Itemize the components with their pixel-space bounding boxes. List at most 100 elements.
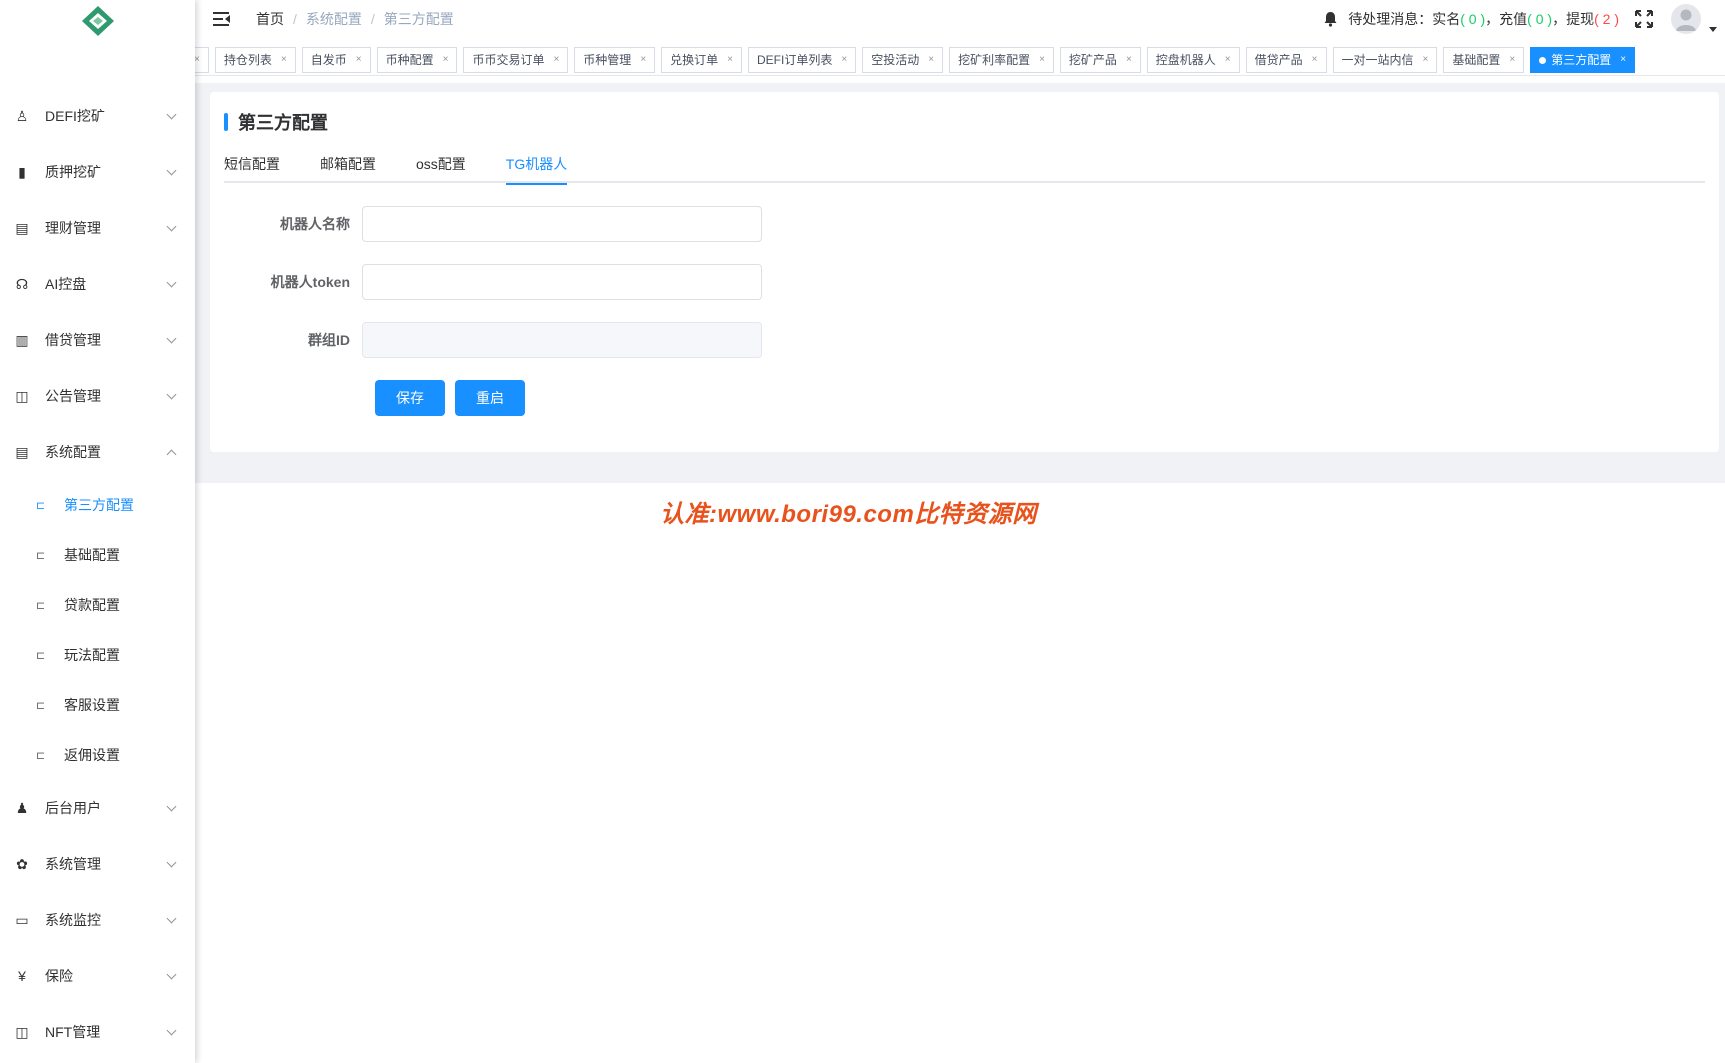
avatar[interactable] — [1671, 4, 1701, 34]
tag-view-item[interactable]: 持仓列表 × — [214, 47, 296, 73]
breadcrumb-home[interactable]: 首页 — [256, 9, 284, 29]
sidebar-item-menu24[interactable]: ◫ NFT管理 — [0, 1004, 195, 1060]
tag-view-item[interactable]: 基础配置 × — [1443, 47, 1525, 73]
close-icon[interactable]: × — [1225, 48, 1231, 72]
top-navbar: 首页 / 系统配置 / 第三方配置 待处理消息：实名( 0 )，充值( 0 )，… — [195, 0, 1725, 38]
chevron-down-icon — [166, 221, 177, 232]
sidebar-menu: ♙ DEFI挖矿 ▮ 质押挖矿 ▤ 理财管理 ☊ AI控盘 ▥ 借贷管理 ◫ 公告管理 ▤ 系统配置 ⊏ 第三… — [0, 88, 195, 1063]
tag-label: 挖矿产品 — [1068, 53, 1117, 67]
tag-view-item[interactable]: 列表× — [195, 47, 209, 73]
submenu-item[interactable]: ⊏ 第三方配置 — [0, 480, 195, 530]
tag-view-item[interactable]: 币种配置 × — [376, 47, 458, 73]
close-icon[interactable]: × — [727, 48, 733, 72]
close-icon[interactable]: × — [1312, 48, 1318, 72]
sidebar-item-menu20[interactable]: ♟ 后台用户 — [0, 780, 195, 836]
group-id-input[interactable] — [362, 322, 762, 358]
sidebar-item-label: 质押挖矿 — [45, 164, 101, 180]
tag-view-item[interactable]: DEFI订单列表 × — [748, 47, 857, 73]
close-icon[interactable]: × — [553, 48, 559, 72]
sidebar-item-menu5[interactable]: ◫ 公告管理 — [0, 368, 195, 424]
tag-label: 第三方配置 — [1551, 53, 1612, 67]
gear-icon: ✿ — [16, 855, 28, 872]
chevron-down-icon — [166, 857, 177, 868]
close-icon[interactable]: × — [443, 48, 449, 72]
withdraw-count: 2 — [1602, 11, 1611, 27]
close-icon[interactable]: × — [1509, 48, 1515, 72]
bot-name-input[interactable] — [362, 206, 762, 242]
tag-view-item[interactable]: 一对一站内信 × — [1332, 47, 1438, 73]
tab-tg-bot[interactable]: TG机器人 — [505, 152, 568, 185]
sidebar-item-menu22[interactable]: ▭ 系统监控 — [0, 892, 195, 948]
submenu-item[interactable]: ⊏ 基础配置 — [0, 530, 195, 580]
pending-notice[interactable]: 待处理消息：实名( 0 )，充值( 0 )，提现( 2 ) — [1348, 9, 1619, 29]
caret-down-icon[interactable] — [1709, 26, 1717, 32]
main-content: 第三方配置 短信配置 邮箱配置 oss配置 TG机器人 机器人名称 机器人tok… — [195, 83, 1725, 483]
tag-label: 币币交易订单 — [472, 53, 545, 67]
save-button[interactable]: 保存 — [375, 380, 445, 416]
close-icon[interactable]: × — [1126, 48, 1132, 72]
submenu-item[interactable]: ⊏ 贷款配置 — [0, 580, 195, 630]
chevron-down-icon — [166, 913, 177, 924]
restart-button[interactable]: 重启 — [455, 380, 525, 416]
close-icon[interactable]: × — [1620, 48, 1626, 72]
tag-view-item[interactable]: 兑换订单 × — [661, 47, 743, 73]
tag-view-item[interactable]: 借贷产品 × — [1245, 47, 1327, 73]
close-icon[interactable]: × — [1423, 48, 1429, 72]
tag-view-item[interactable]: 自发币 × — [301, 47, 371, 73]
pending-label: 待处理消息： — [1348, 11, 1433, 27]
tag-label: 自发币 — [310, 53, 347, 67]
sidebar-item-menu0[interactable]: ♙ DEFI挖矿 — [0, 88, 195, 144]
close-icon[interactable]: × — [841, 48, 847, 72]
tag-view-item[interactable]: 币币交易订单 × — [463, 47, 569, 73]
bell-icon[interactable] — [1323, 11, 1338, 27]
logo[interactable] — [0, 0, 195, 40]
tag-label: 基础配置 — [1452, 53, 1501, 67]
page-title: 第三方配置 — [224, 112, 328, 133]
page-title-text: 第三方配置 — [238, 113, 328, 133]
submenu-item[interactable]: ⊏ 玩法配置 — [0, 630, 195, 680]
sidebar-item-menu3[interactable]: ☊ AI控盘 — [0, 256, 195, 312]
fullscreen-icon[interactable] — [1635, 10, 1653, 28]
tag-view-item[interactable]: 挖矿产品 × — [1059, 47, 1141, 73]
sidebar-item-menu21[interactable]: ✿ 系统管理 — [0, 836, 195, 892]
close-icon[interactable]: × — [356, 48, 362, 72]
tab-oss[interactable]: oss配置 — [416, 152, 466, 183]
submenu-item[interactable]: ⊏ 返佣设置 — [0, 730, 195, 780]
tag-view-item[interactable]: 空投活动 × — [862, 47, 944, 73]
sidebar-item-label: AI控盘 — [45, 276, 87, 292]
close-icon[interactable]: × — [281, 48, 287, 72]
sidebar-item-menu1[interactable]: ▮ 质押挖矿 — [0, 144, 195, 200]
chevron-down-icon — [166, 969, 177, 980]
chevron-down-icon — [166, 165, 177, 176]
tag-label: 币种管理 — [583, 53, 632, 67]
sidebar-item-menu23[interactable]: ¥ 保险 — [0, 948, 195, 1004]
close-icon[interactable]: × — [928, 48, 934, 72]
close-icon[interactable]: × — [195, 48, 200, 72]
tree-icon: ⊏ — [36, 549, 46, 562]
tab-sms[interactable]: 短信配置 — [224, 152, 280, 183]
form-row-group-id: 群组ID — [210, 322, 762, 358]
sidebar-item-menu4[interactable]: ▥ 借贷管理 — [0, 312, 195, 368]
tag-label: 兑换订单 — [670, 53, 719, 67]
bot-name-label: 机器人名称 — [280, 216, 350, 232]
tag-view-item[interactable]: 控盘机器人 × — [1146, 47, 1240, 73]
recharge-label: 充值 — [1499, 11, 1528, 27]
submenu-item[interactable]: ⊏ 客服设置 — [0, 680, 195, 730]
sidebar-item-menu6[interactable]: ▤ 系统配置 — [0, 424, 195, 480]
sidebar-item-label: DEFI挖矿 — [45, 108, 105, 124]
close-icon[interactable]: × — [1039, 48, 1045, 72]
tag-view-item[interactable]: 第三方配置 × — [1530, 47, 1636, 73]
tree-icon: ⊏ — [36, 599, 46, 612]
sidebar-item-menu2[interactable]: ▤ 理财管理 — [0, 200, 195, 256]
form-row-bot-name: 机器人名称 — [210, 206, 762, 242]
tree-icon: ⊏ — [36, 749, 46, 762]
close-icon[interactable]: × — [640, 48, 646, 72]
tag-view-item[interactable]: 币种管理 × — [574, 47, 656, 73]
tag-view-item[interactable]: 挖矿利率配置 × — [949, 47, 1054, 73]
tab-email[interactable]: 邮箱配置 — [320, 152, 376, 183]
realname-count: 0 — [1468, 11, 1477, 27]
form-row-bot-token: 机器人token — [210, 264, 762, 300]
sidebar-item-label: NFT管理 — [45, 1024, 101, 1040]
bot-token-input[interactable] — [362, 264, 762, 300]
hamburger-icon[interactable] — [213, 12, 231, 26]
